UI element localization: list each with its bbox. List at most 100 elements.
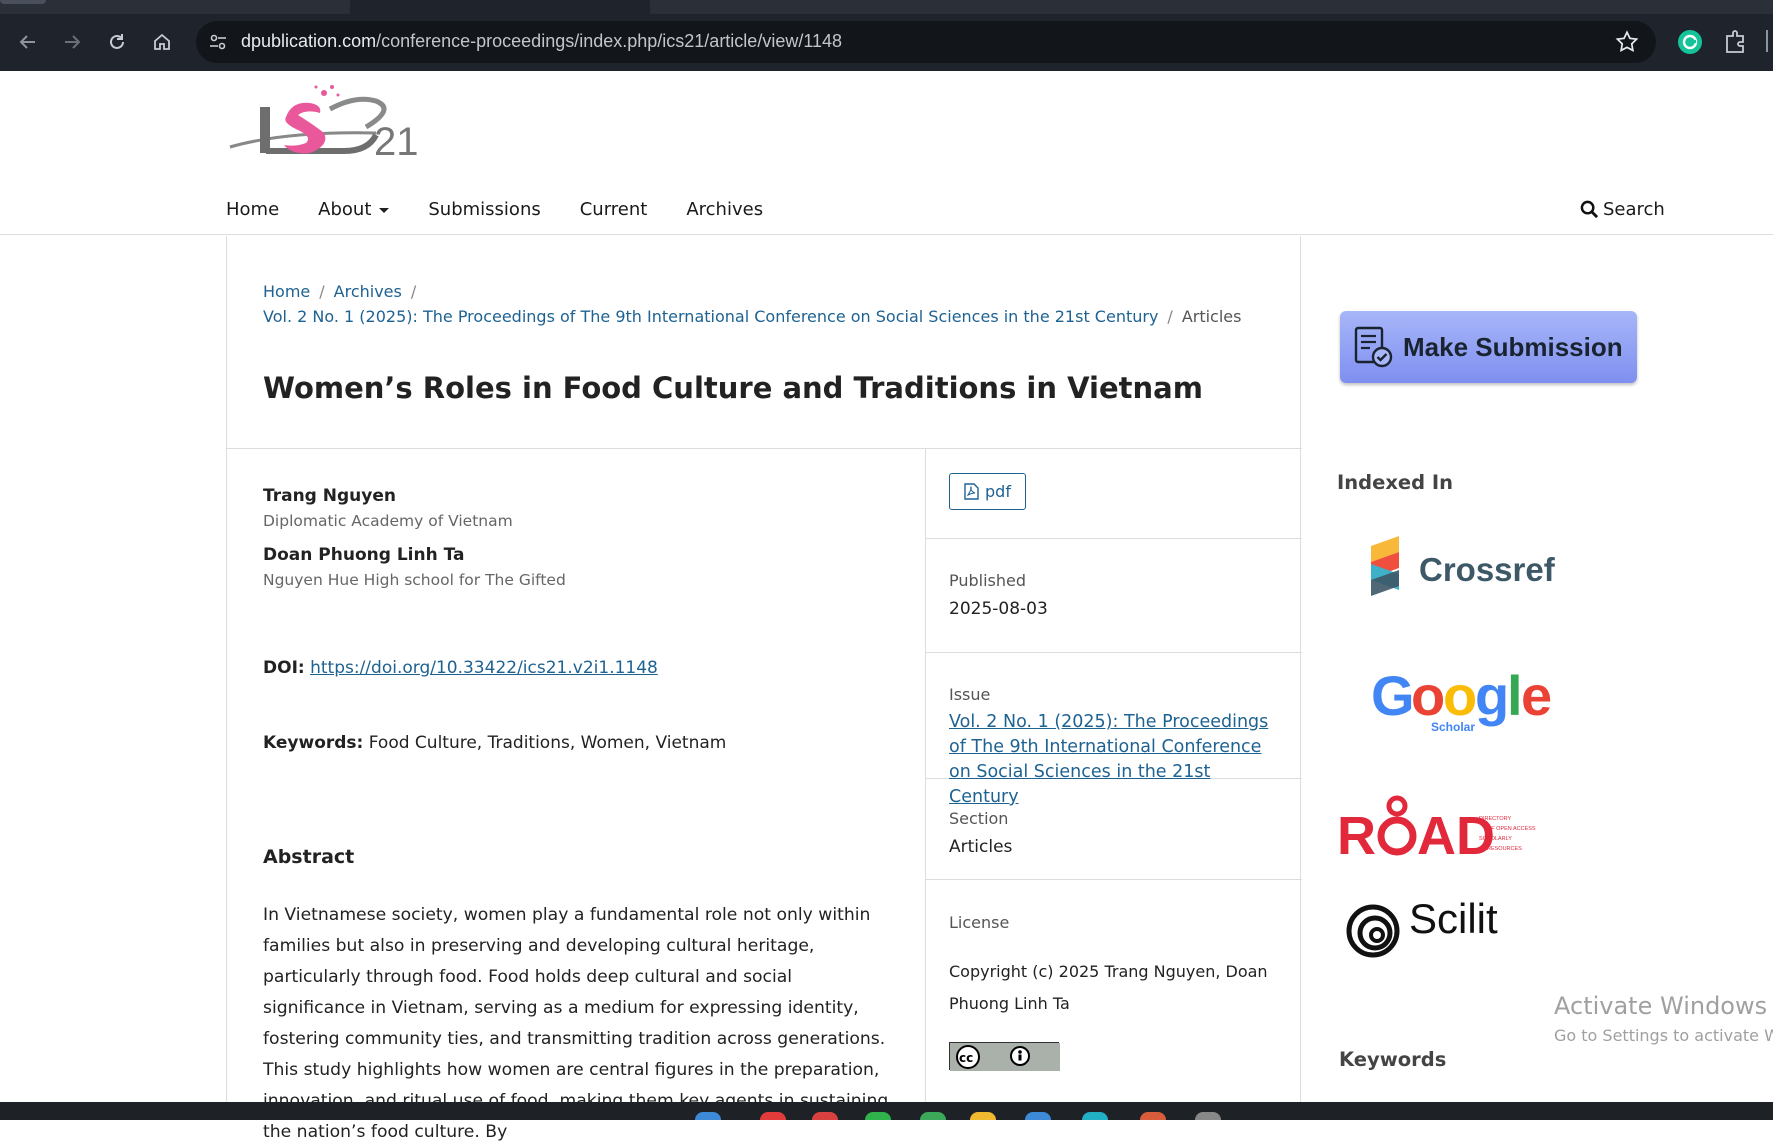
svg-text:g: g xyxy=(1475,664,1509,727)
svg-text:DIRECTORY: DIRECTORY xyxy=(1479,816,1512,822)
author-name: Doan Phuong Linh Ta xyxy=(263,545,465,565)
site-settings-icon[interactable] xyxy=(206,30,230,54)
author-entry: Trang Nguyen Diplomatic Academy of Vietn… xyxy=(263,486,883,530)
forward-icon[interactable] xyxy=(56,26,88,58)
document-check-icon xyxy=(1354,326,1393,368)
grammarly-extension-icon[interactable] xyxy=(1675,27,1705,57)
nav-about-label: About xyxy=(318,199,372,220)
author-affiliation: Diplomatic Academy of Vietnam xyxy=(263,512,513,530)
breadcrumb-issue[interactable]: Vol. 2 No. 1 (2025): The Proceedings of … xyxy=(263,307,1158,326)
author-entry: Doan Phuong Linh Ta Nguyen Hue High scho… xyxy=(263,545,883,589)
primary-nav: Home About Submissions Current Archives xyxy=(226,199,802,220)
taskbar-app-icon[interactable] xyxy=(1025,1112,1051,1120)
nav-about[interactable]: About xyxy=(318,199,390,220)
google-scholar-logo[interactable]: G o o g l e Scholar xyxy=(1367,661,1567,739)
caret-down-icon xyxy=(379,207,390,213)
svg-text:SCHOLARLY: SCHOLARLY xyxy=(1479,836,1512,842)
back-icon[interactable] xyxy=(12,26,44,58)
taskbar-app-icon[interactable] xyxy=(695,1112,721,1120)
doi-link[interactable]: https://doi.org/10.33422/ics21.v2i1.1148 xyxy=(310,658,658,678)
pdf-label: pdf xyxy=(985,482,1011,501)
keywords-label: Keywords: xyxy=(263,733,364,753)
authors-list: Trang Nguyen Diplomatic Academy of Vietn… xyxy=(263,486,883,589)
svg-text:AD: AD xyxy=(1417,806,1495,862)
taskbar-app-icon[interactable] xyxy=(812,1112,838,1120)
url-text: dpublication.com/conference-proceedings/… xyxy=(241,31,842,52)
search-link[interactable]: Search xyxy=(1580,199,1665,220)
svg-text:Scholar: Scholar xyxy=(1431,720,1475,734)
url-domain: dpublication.com xyxy=(241,31,377,51)
svg-text:e: e xyxy=(1521,664,1552,727)
keywords-heading: Keywords xyxy=(1339,1048,1447,1071)
published-label: Published xyxy=(949,571,1027,590)
nav-submissions[interactable]: Submissions xyxy=(428,199,540,220)
taskbar-app-icon[interactable] xyxy=(970,1112,996,1120)
scilit-logo[interactable]: Scilit xyxy=(1345,895,1525,960)
taskbar-app-icon[interactable] xyxy=(1140,1112,1166,1120)
author-name: Trang Nguyen xyxy=(263,486,396,506)
svg-text:o: o xyxy=(1443,664,1477,727)
make-submission-button[interactable]: Make Submission xyxy=(1340,311,1637,383)
svg-text:o: o xyxy=(1411,664,1445,727)
breadcrumb-archives[interactable]: Archives xyxy=(334,282,402,301)
toolbar-divider xyxy=(1766,30,1768,52)
search-label: Search xyxy=(1603,199,1665,220)
browser-tab[interactable] xyxy=(0,0,46,4)
section-label: Section xyxy=(949,809,1009,828)
sidebar: Make Submission Indexed In Crossref G o … xyxy=(1337,236,1757,1120)
keywords-value: Food Culture, Traditions, Women, Vietnam xyxy=(368,733,727,753)
watermark-line-1: Activate Windows xyxy=(1554,992,1768,1020)
make-submission-label: Make Submission xyxy=(1403,331,1623,362)
article-main: Home / Archives / Vol. 2 No. 1 (2025): The … xyxy=(226,236,1302,1142)
browser-tab-active[interactable] xyxy=(350,0,650,14)
doi-label: DOI: xyxy=(263,658,305,678)
road-logo[interactable]: R AD DIRECTORY OF OPEN ACCESS SCHOLARLY … xyxy=(1337,792,1547,862)
breadcrumb-current: Articles xyxy=(1181,307,1242,326)
search-icon xyxy=(1580,200,1599,219)
indexed-in-heading: Indexed In xyxy=(1337,471,1454,494)
issue-label: Issue xyxy=(949,685,991,704)
watermark-line-2: Go to Settings to activate W xyxy=(1554,1026,1773,1045)
taskbar-app-icon[interactable] xyxy=(920,1112,946,1120)
browser-tab-strip xyxy=(0,0,1773,14)
author-affiliation: Nguyen Hue High school for The Gifted xyxy=(263,571,566,589)
svg-text:R: R xyxy=(1337,806,1376,862)
taskbar-app-icon[interactable] xyxy=(760,1112,786,1120)
ics21-logo[interactable]: 21 xyxy=(226,79,432,179)
svg-text:Scilit: Scilit xyxy=(1409,895,1498,942)
published-date: 2025-08-03 xyxy=(949,599,1048,619)
svg-text:cc: cc xyxy=(959,1051,973,1065)
creative-commons-icon: cc xyxy=(950,1043,1060,1071)
breadcrumb-home[interactable]: Home xyxy=(263,282,310,301)
svg-text:RESOURCES: RESOURCES xyxy=(1487,846,1522,852)
reload-icon[interactable] xyxy=(101,26,133,58)
site-header: 21 Home About Submissions Current Archiv… xyxy=(0,71,1773,235)
taskbar-app-icon[interactable] xyxy=(1195,1112,1221,1120)
taskbar-app-icon[interactable] xyxy=(1082,1112,1108,1120)
cc-license-badge[interactable]: cc xyxy=(949,1042,1060,1071)
svg-text:21: 21 xyxy=(374,120,419,164)
license-block: License Copyright (c) 2025 Trang Nguyen,… xyxy=(926,880,1302,1071)
address-bar[interactable]: dpublication.com/conference-proceedings/… xyxy=(196,21,1656,63)
crossref-logo[interactable]: Crossref xyxy=(1367,534,1567,604)
license-text: Copyright (c) 2025 Trang Nguyen, Doan Ph… xyxy=(949,962,1268,1013)
bookmark-star-icon[interactable] xyxy=(1614,29,1640,55)
svg-text:OF OPEN ACCESS: OF OPEN ACCESS xyxy=(1487,826,1536,832)
pdf-button[interactable]: pdf xyxy=(949,473,1026,510)
page-title: Women’s Roles in Food Culture and Tradit… xyxy=(263,371,1203,405)
nav-archives[interactable]: Archives xyxy=(686,199,763,220)
abstract-heading: Abstract xyxy=(263,846,355,868)
svg-text:Crossref: Crossref xyxy=(1419,551,1556,588)
file-pdf-icon xyxy=(964,483,979,500)
home-icon[interactable] xyxy=(146,26,178,58)
nav-home[interactable]: Home xyxy=(226,199,279,220)
extensions-puzzle-icon[interactable] xyxy=(1721,27,1751,57)
svg-text:G: G xyxy=(1371,664,1415,727)
keywords-line: Keywords: Food Culture, Traditions, Wome… xyxy=(263,733,726,753)
doi-line: DOI: https://doi.org/10.33422/ics21.v2i1… xyxy=(263,658,658,678)
taskbar-app-icon[interactable] xyxy=(865,1112,891,1120)
nav-current[interactable]: Current xyxy=(580,199,648,220)
url-path: /conference-proceedings/index.php/ics21/… xyxy=(376,31,843,51)
section-value: Articles xyxy=(949,837,1013,857)
published-block: Published 2025-08-03 xyxy=(926,539,1302,653)
